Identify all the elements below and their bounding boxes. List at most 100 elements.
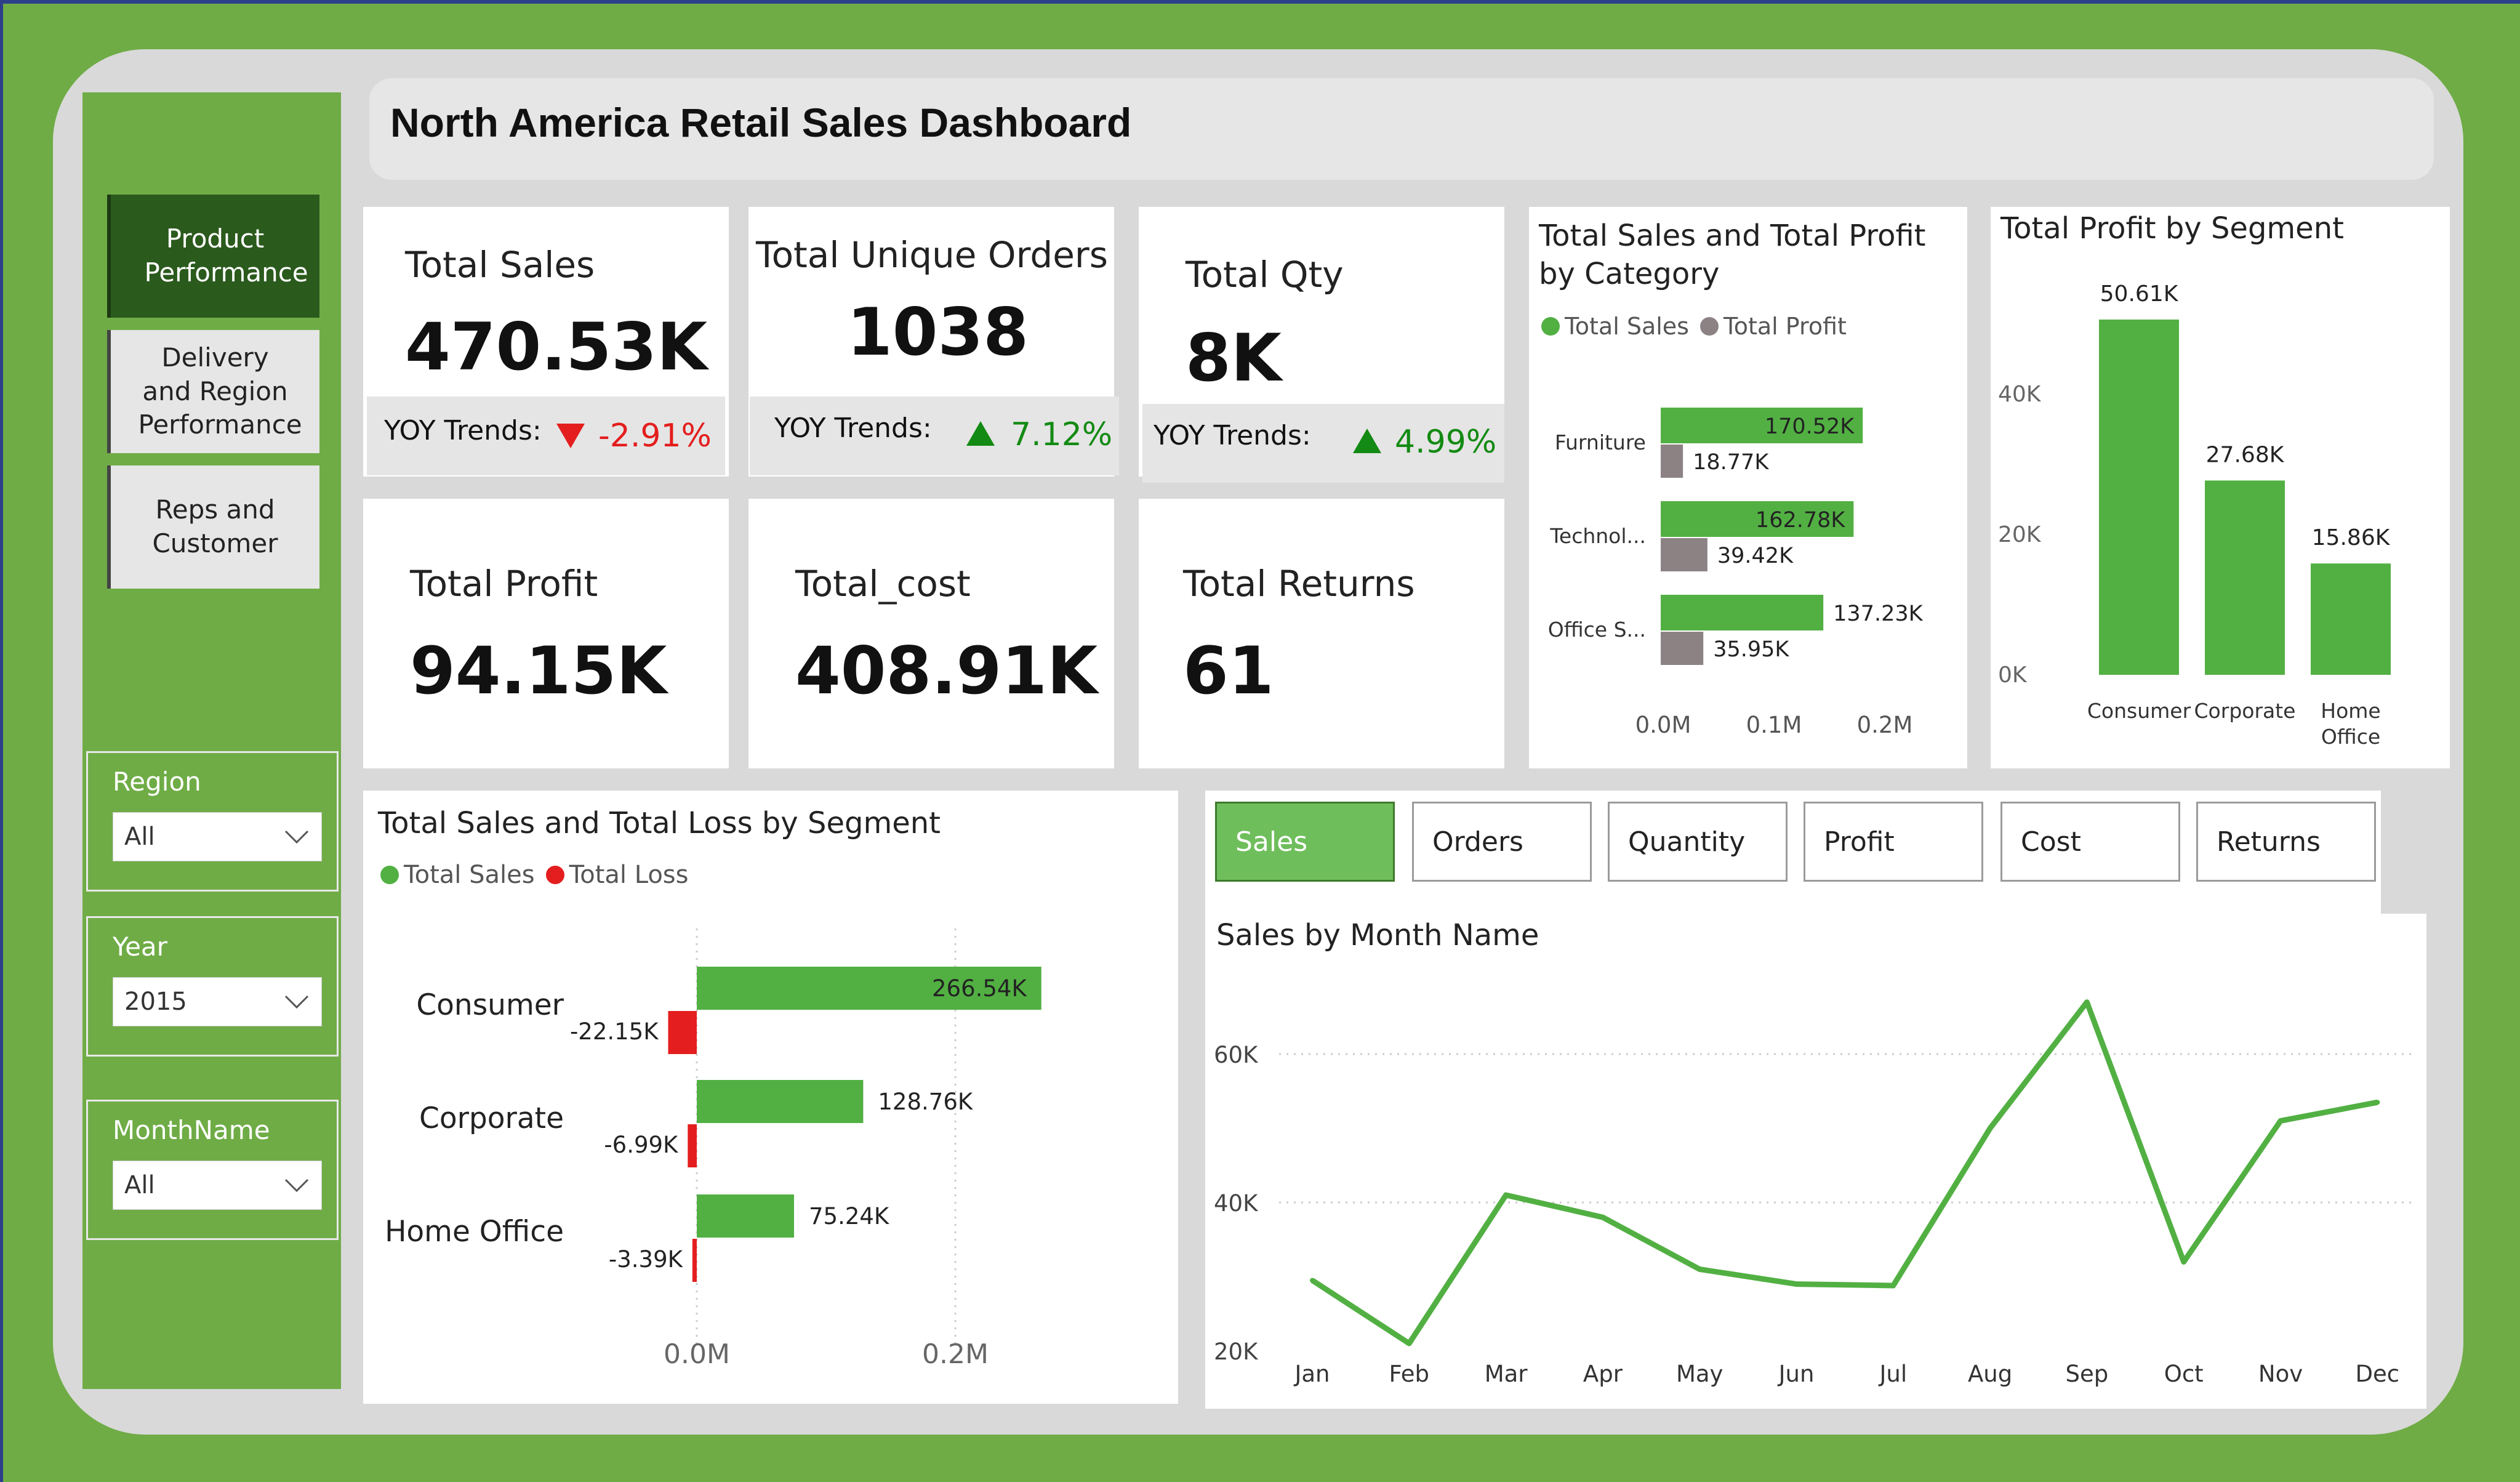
down-triangle-icon: [556, 424, 585, 448]
nav-reps-customer[interactable]: Reps and Customer: [107, 465, 319, 589]
segment-bar: [2099, 320, 2179, 675]
tab-returns[interactable]: Returns: [2196, 802, 2376, 882]
bar-data-label: 27.68K: [2206, 442, 2285, 467]
region-dropdown[interactable]: All: [113, 812, 322, 861]
segment-label: Home Office: [385, 1215, 564, 1249]
x-tick-label: Dec: [2355, 1361, 2399, 1387]
year-dropdown[interactable]: 2015: [113, 977, 322, 1026]
kpi-value: 470.53K: [405, 309, 708, 385]
x-tick-label: Jun: [1778, 1361, 1815, 1387]
kpi-total-profit: Total Profit 94.15K: [363, 499, 729, 768]
category-label: Corporate: [2194, 699, 2296, 723]
kpi-label: Total_cost: [795, 563, 971, 605]
data-point: [1988, 1126, 1993, 1131]
nav-label: Reps and Customer: [152, 494, 278, 558]
x-tick-label: Sep: [2066, 1361, 2109, 1387]
chevron-down-icon: [284, 830, 309, 844]
segment-profit-bar-chart: 0K 20K 40K 50.61K Consumer 27.68K Corporate 15.…: [1998, 281, 2391, 749]
kpi-total-sales: Total Sales 470.53K YOY Trends: -2.91%: [363, 207, 729, 477]
category-label: Home: [2321, 699, 2380, 723]
kpi-label: Total Unique Orders: [756, 234, 1108, 276]
data-point: [2278, 1118, 2283, 1124]
x-tick-label: May: [1676, 1361, 1723, 1387]
y-tick-label: 20K: [1998, 522, 2042, 547]
region-slicer: Region All: [86, 751, 339, 892]
kpi-value: 8K: [1186, 320, 1282, 396]
yoy-label: YOY Trends:: [1154, 420, 1311, 451]
region-slicer-label: Region: [113, 767, 201, 797]
x-tick-label: Nov: [2258, 1361, 2303, 1387]
tab-cost[interactable]: Cost: [2000, 802, 2180, 882]
data-point: [2375, 1100, 2380, 1105]
month-chart-panel: 20K 40K 60K Jan Feb Mar Apr May Jun Jul Aug Sep Oct N…: [1205, 791, 2426, 1409]
nav-product-performance[interactable]: Product Performance: [107, 195, 319, 318]
tab-sales[interactable]: Sales: [1215, 802, 1395, 882]
chart-title: Sales by Month Name: [1216, 918, 1539, 952]
nav-label: Product Performance: [144, 224, 308, 288]
x-tick-label: 0.2M: [922, 1339, 989, 1370]
segment-bar: [2311, 563, 2391, 675]
tab-orders[interactable]: Orders: [1412, 802, 1592, 882]
loss-data-label: -3.39K: [609, 1246, 684, 1273]
loss-bar: [688, 1124, 697, 1167]
x-tick-label: Jul: [1878, 1361, 1907, 1387]
x-tick-label: Aug: [1968, 1361, 2012, 1387]
nav-delivery-region[interactable]: Delivery and Region Performance: [107, 330, 319, 453]
y-tick-label: 20K: [1214, 1339, 1259, 1365]
month-line-chart: 20K 40K 60K Jan Feb Mar Apr May Jun Jul Aug Sep Oct N…: [1214, 999, 2413, 1387]
profit-data-label: 39.42K: [1717, 544, 1794, 568]
sales-data-label: 75.24K: [809, 1203, 890, 1230]
yoy-trend: YOY Trends: 4.99%: [1142, 404, 1504, 483]
data-point: [1406, 1340, 1412, 1346]
sales-bar: [1661, 595, 1824, 630]
kpi-label: Total Profit: [410, 563, 598, 605]
category-label: Office: [2321, 725, 2380, 749]
kpi-total-unique-orders: Total Unique Orders 1038 YOY Trends: 7.1…: [748, 207, 1119, 477]
sales-bar: [697, 1080, 864, 1123]
kpi-total-qty: Total Qty 8K YOY Trends: 4.99%: [1139, 207, 1504, 483]
category-label: Furniture: [1555, 430, 1646, 454]
segment-loss-panel: Total Sales and Total Loss by Segment To…: [363, 791, 1178, 1404]
kpi-label: Total Sales: [405, 244, 595, 286]
sales-data-label: 266.54K: [932, 975, 1027, 1002]
profit-data-label: 35.95K: [1713, 637, 1789, 662]
yoy-trend: YOY Trends: 7.12%: [750, 397, 1119, 475]
loss-data-label: -6.99K: [604, 1132, 679, 1158]
chevron-down-icon: [284, 1178, 309, 1193]
up-triangle-icon: [966, 421, 995, 446]
loss-data-label: -22.15K: [570, 1018, 659, 1045]
yoy-trend: YOY Trends: -2.91%: [367, 397, 725, 475]
x-tick-label: 0.0M: [1635, 712, 1691, 738]
panel-gap: [2381, 791, 2426, 914]
kpi-value: 61: [1183, 633, 1274, 709]
data-point: [1503, 1192, 1509, 1198]
data-point: [1310, 1278, 1315, 1283]
kpi-label: Total Qty: [1186, 254, 1344, 296]
yoy-value: 7.12%: [1011, 416, 1113, 453]
y-tick-label: 40K: [1998, 382, 2042, 407]
tab-profit[interactable]: Profit: [1804, 802, 1983, 882]
kpi-value: 94.15K: [410, 633, 667, 709]
x-tick-label: Jan: [1293, 1361, 1330, 1387]
sales-bar: [697, 1194, 795, 1238]
tab-quantity[interactable]: Quantity: [1608, 802, 1788, 882]
month-slicer: MonthName All: [86, 1100, 339, 1240]
month-dropdown[interactable]: All: [113, 1161, 322, 1210]
segment-loss-bar-chart: Consumer 266.54K -22.15K Corporate 128.76K -6…: [385, 928, 1041, 1370]
profit-bar: [1661, 538, 1707, 571]
profit-bar: [1661, 632, 1704, 665]
year-slicer: Year 2015: [86, 916, 339, 1057]
x-tick-label: Apr: [1583, 1361, 1623, 1387]
kpi-label: Total Returns: [1183, 563, 1415, 605]
x-tick-label: 0.0M: [664, 1339, 730, 1370]
data-point: [2084, 999, 2090, 1005]
category-label: Consumer: [2087, 699, 2191, 723]
y-tick-label: 60K: [1214, 1042, 1259, 1068]
yoy-label: YOY Trends:: [384, 415, 542, 446]
region-value: All: [124, 823, 155, 851]
kpi-total-cost: Total_cost 408.91K: [748, 499, 1114, 768]
data-point: [1600, 1215, 1605, 1220]
chevron-down-icon: [284, 995, 309, 1009]
loss-bar: [668, 1011, 697, 1054]
sales-data-label: 162.78K: [1756, 508, 1845, 533]
